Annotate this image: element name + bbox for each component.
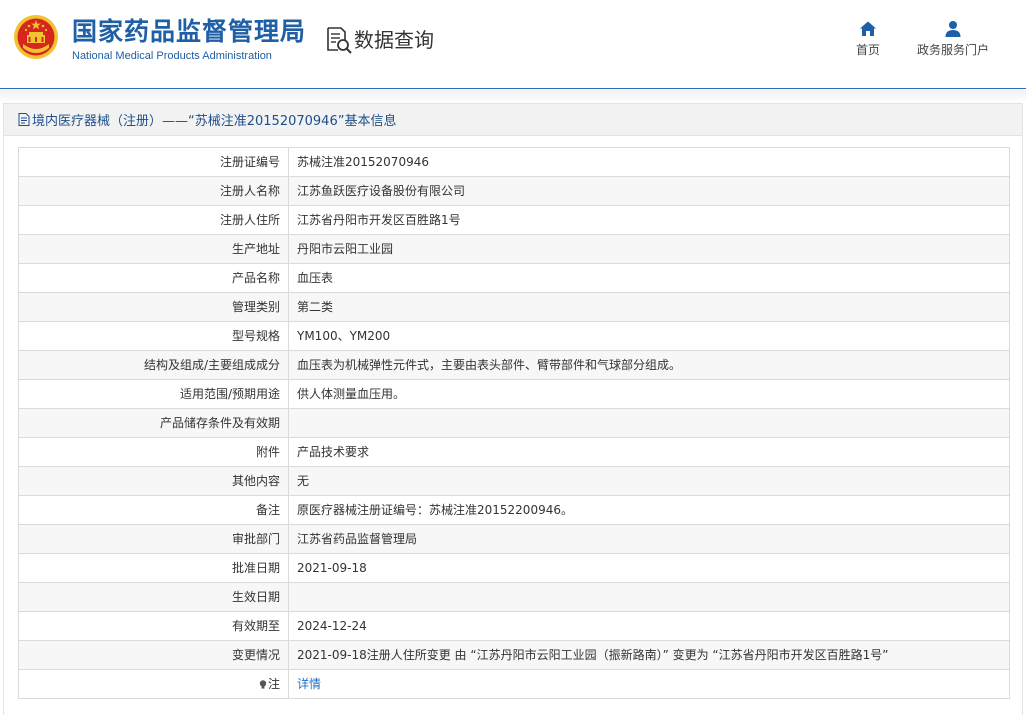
table-row: 生效日期 bbox=[18, 582, 1010, 612]
row-label: 结构及组成/主要组成成分 bbox=[18, 350, 289, 380]
row-label: 附件 bbox=[18, 437, 289, 467]
table-row: 适用范围/预期用途 供人体测量血压用。 bbox=[18, 379, 1010, 409]
panel-title: 境内医疗器械（注册）——“苏械注准20152070946”基本信息 bbox=[32, 114, 397, 129]
row-label: 批准日期 bbox=[18, 553, 289, 583]
table-row: 审批部门 江苏省药品监督管理局 bbox=[18, 524, 1010, 554]
panel-title-bar: 境内医疗器械（注册）——“苏械注准20152070946”基本信息 bbox=[4, 104, 1022, 136]
table-row: 变更情况 2021-09-18注册人住所变更 由 “江苏丹阳市云阳工业园（振新路南… bbox=[18, 640, 1010, 670]
row-value: 血压表 bbox=[288, 263, 1010, 293]
row-value bbox=[288, 582, 1010, 612]
row-value: 2021-09-18注册人住所变更 由 “江苏丹阳市云阳工业园（振新路南）” 变… bbox=[288, 640, 1010, 670]
row-value: 2021-09-18 bbox=[288, 553, 1010, 583]
row-value: 第二类 bbox=[288, 292, 1010, 322]
row-value: 江苏省丹阳市开发区百胜路1号 bbox=[288, 205, 1010, 235]
row-label: 注册人住所 bbox=[18, 205, 289, 235]
row-value: 江苏鱼跃医疗设备股份有限公司 bbox=[288, 176, 1010, 206]
row-label: 生产地址 bbox=[18, 234, 289, 264]
row-label: 有效期至 bbox=[18, 611, 289, 641]
nav-service-portal-label: 政务服务门户 bbox=[916, 43, 989, 57]
note-row: 注 详情 bbox=[18, 669, 1010, 699]
table-row: 生产地址 丹阳市云阳工业园 bbox=[18, 234, 1010, 264]
table-row: 批准日期 2021-09-18 bbox=[18, 553, 1010, 583]
row-value: 原医疗器械注册证编号：苏械注准20152200946。 bbox=[288, 495, 1010, 525]
table-row: 有效期至 2024-12-24 bbox=[18, 611, 1010, 641]
note-label: 注 bbox=[267, 677, 280, 691]
row-value: 供人体测量血压用。 bbox=[288, 379, 1010, 409]
row-value: YM100、YM200 bbox=[288, 321, 1010, 351]
table-row: 产品储存条件及有效期 bbox=[18, 408, 1010, 438]
nav-service-portal[interactable]: 政务服务门户 bbox=[910, 20, 996, 57]
row-label: 变更情况 bbox=[18, 640, 289, 670]
row-label: 备注 bbox=[18, 495, 289, 525]
table-row: 管理类别 第二类 bbox=[18, 292, 1010, 322]
row-label: 适用范围/预期用途 bbox=[18, 379, 289, 409]
nav-home[interactable]: 首页 bbox=[848, 20, 888, 57]
row-label: 注册证编号 bbox=[18, 147, 289, 177]
row-value: 无 bbox=[288, 466, 1010, 496]
basic-info-panel: 境内医疗器械（注册）——“苏械注准20152070946”基本信息 注册证编号苏… bbox=[3, 103, 1023, 715]
row-value: 丹阳市云阳工业园 bbox=[288, 234, 1010, 264]
row-label: 型号规格 bbox=[18, 321, 289, 351]
table-row: 其他内容无 bbox=[18, 466, 1010, 496]
note-value-cell: 详情 bbox=[288, 669, 1010, 699]
site-header: 国家药品监督管理局 National Medical Products Admi… bbox=[0, 0, 1026, 89]
row-label: 管理类别 bbox=[18, 292, 289, 322]
note-label-cell: 注 bbox=[18, 669, 289, 699]
data-query-label: 数据查询 bbox=[354, 28, 434, 52]
header-divider bbox=[0, 90, 1026, 103]
row-label: 审批部门 bbox=[18, 524, 289, 554]
row-label: 注册人名称 bbox=[18, 176, 289, 206]
user-icon bbox=[945, 21, 961, 37]
table-row: 产品名称 血压表 bbox=[18, 263, 1010, 293]
table-row: 注册人住所 江苏省丹阳市开发区百胜路1号 bbox=[18, 205, 1010, 235]
site-logo-subtitle[interactable]: National Medical Products Administration bbox=[72, 49, 272, 63]
nav-home-label: 首页 bbox=[855, 43, 880, 57]
row-value: 苏械注准20152070946 bbox=[288, 147, 1010, 177]
row-value: 产品技术要求 bbox=[288, 437, 1010, 467]
row-value: 江苏省药品监督管理局 bbox=[288, 524, 1010, 554]
row-value: 血压表为机械弹性元件式，主要由表头部件、臂带部件和气球部分组成。 bbox=[288, 350, 1010, 380]
site-logo-title[interactable]: 国家药品监督管理局 bbox=[72, 17, 306, 47]
row-label: 产品储存条件及有效期 bbox=[18, 408, 289, 438]
row-label: 产品名称 bbox=[18, 263, 289, 293]
table-row: 型号规格 YM100、YM200 bbox=[18, 321, 1010, 351]
table-row: 结构及组成/主要组成成分 血压表为机械弹性元件式，主要由表头部件、臂带部件和气球部… bbox=[18, 350, 1010, 380]
bulb-icon bbox=[259, 680, 267, 689]
data-query-heading: 数据查询 bbox=[326, 25, 434, 55]
details-link[interactable]: 详情 bbox=[297, 677, 321, 691]
table-row: 附件 产品技术要求 bbox=[18, 437, 1010, 467]
table-row: 注册人名称 江苏鱼跃医疗设备股份有限公司 bbox=[18, 176, 1010, 206]
table-row: 注册证编号 苏械注准20152070946 bbox=[18, 147, 1010, 177]
row-label: 生效日期 bbox=[18, 582, 289, 612]
row-value: 2024-12-24 bbox=[288, 611, 1010, 641]
home-icon bbox=[860, 21, 876, 36]
row-label: 其他内容 bbox=[18, 466, 289, 496]
device-info-table: 注册证编号 苏械注准20152070946 注册人名称 江苏鱼跃医疗设备股份有限公司… bbox=[18, 147, 1010, 699]
national-emblem-icon bbox=[14, 15, 58, 59]
document-search-icon bbox=[327, 27, 352, 54]
table-row: 备注 原医疗器械注册证编号：苏械注准20152200946。 bbox=[18, 495, 1010, 525]
document-icon bbox=[18, 113, 30, 126]
row-value bbox=[288, 408, 1010, 438]
